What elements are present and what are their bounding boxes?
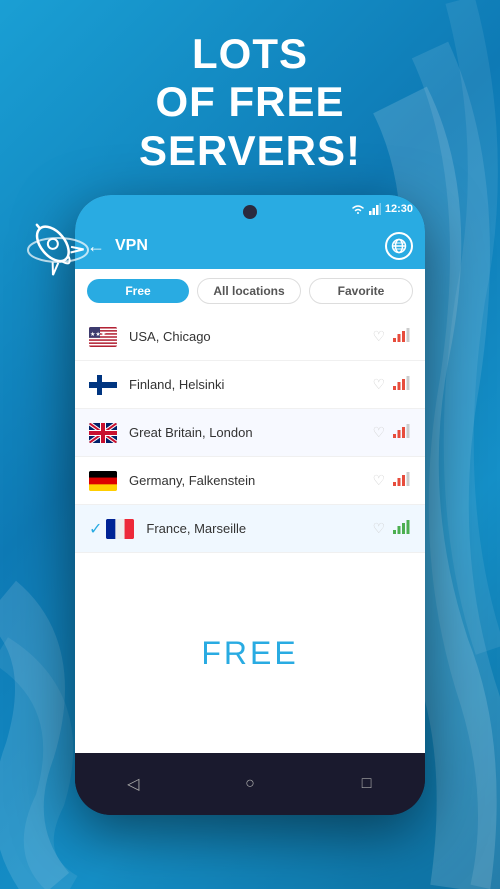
signal-icon-finland [393,376,411,393]
phone-mockup: 12:30 ← VPN Free All locations Favorite [75,195,425,815]
server-name-gb: Great Britain, London [129,425,372,440]
signal-icon-france [393,520,411,537]
signal-icon-germany [393,472,411,489]
free-label: FREE [201,635,298,672]
flag-usa: ★★★ [89,327,117,347]
server-name-germany: Germany, Falkenstein [129,473,372,488]
server-item-usa[interactable]: ★★★ USA, Chicago ♡ [75,313,425,361]
flag-gb [89,423,117,443]
phone-camera [243,205,257,219]
tab-favorite[interactable]: Favorite [309,278,413,304]
nav-back-button[interactable]: ◁ [118,769,148,799]
flag-france [106,519,134,539]
server-name-finland: Finland, Helsinki [129,377,372,392]
tab-bar: Free All locations Favorite [75,269,425,313]
signal-icon-usa [393,328,411,345]
phone-nav-bar: ◁ ○ □ [75,753,425,815]
server-name-france: France, Marseille [146,521,372,536]
status-icons: 12:30 [351,203,413,215]
svg-text:★★★: ★★★ [90,331,106,338]
server-item-france[interactable]: ✓ France, Marseille ♡ [75,505,425,553]
favorite-icon-finland[interactable]: ♡ [372,376,385,393]
server-item-germany[interactable]: Germany, Falkenstein ♡ [75,457,425,505]
favorite-icon-usa[interactable]: ♡ [372,328,385,345]
nav-recent-button[interactable]: □ [352,769,382,799]
flag-finland [89,375,117,395]
hero-heading: Lots of free servers! [0,30,500,175]
signal-icon-gb [393,424,411,441]
favorite-icon-gb[interactable]: ♡ [372,424,385,441]
favorite-icon-germany[interactable]: ♡ [372,472,385,489]
tab-all-locations[interactable]: All locations [197,278,301,304]
favorite-icon-france[interactable]: ♡ [372,520,385,537]
server-list: ★★★ USA, Chicago ♡ [75,313,425,553]
server-item-finland[interactable]: Finland, Helsinki ♡ [75,361,425,409]
app-header: ← VPN [75,223,425,269]
globe-button[interactable] [385,232,413,260]
free-area: FREE [75,553,425,753]
app-title: VPN [115,237,385,255]
server-item-gb[interactable]: Great Britain, London ♡ [75,409,425,457]
rocket-icon [18,210,98,290]
status-time: 12:30 [385,203,413,215]
selected-checkmark: ✓ [89,519,102,539]
tab-free[interactable]: Free [87,279,189,303]
server-name-usa: USA, Chicago [129,329,372,344]
flag-germany [89,471,117,491]
nav-home-button[interactable]: ○ [235,769,265,799]
